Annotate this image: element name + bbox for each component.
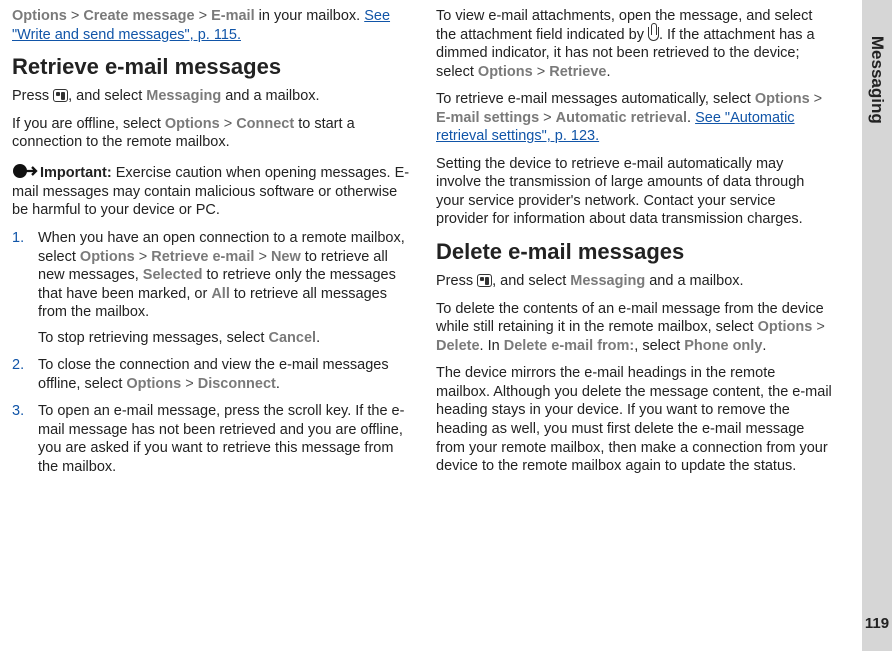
text: . bbox=[276, 376, 280, 392]
menu-disconnect: Disconnect bbox=[198, 376, 276, 392]
sep-icon: > bbox=[224, 116, 232, 132]
sep-icon: > bbox=[258, 249, 266, 265]
text: . bbox=[762, 338, 766, 354]
text: , and select bbox=[492, 273, 570, 289]
heading-retrieve: Retrieve e-mail messages bbox=[12, 53, 414, 81]
sep-icon: > bbox=[537, 64, 545, 80]
step-number: 3. bbox=[12, 402, 24, 421]
heading-delete: Delete e-mail messages bbox=[436, 238, 832, 266]
menu-all: All bbox=[211, 286, 230, 302]
menu-new: New bbox=[271, 249, 301, 265]
menu-automatic-retrieval: Automatic retrieval bbox=[556, 110, 687, 126]
home-key-icon bbox=[477, 274, 492, 287]
text: If you are offline, select bbox=[12, 116, 165, 132]
menu-delete: Delete bbox=[436, 338, 480, 354]
sep-icon: > bbox=[139, 249, 147, 265]
important-icon bbox=[12, 161, 38, 183]
step-1-sub: To stop retrieving messages, select Canc… bbox=[38, 329, 414, 348]
press-line-2: Press , and select Messaging and a mailb… bbox=[436, 272, 832, 291]
text: To stop retrieving messages, select bbox=[38, 330, 269, 346]
menu-phone-only: Phone only bbox=[684, 338, 762, 354]
auto-retrieve-para: To retrieve e-mail messages automaticall… bbox=[436, 90, 832, 146]
text: and a mailbox. bbox=[645, 273, 743, 289]
step-2: 2. To close the connection and view the … bbox=[12, 356, 414, 393]
menu-email: E-mail bbox=[211, 8, 255, 24]
menu-retrieve: Retrieve bbox=[549, 64, 606, 80]
step-number: 1. bbox=[12, 229, 24, 248]
menu-options: Options bbox=[478, 64, 533, 80]
menu-options: Options bbox=[755, 91, 810, 107]
sep-icon: > bbox=[816, 319, 824, 335]
important-block: Important: Exercise caution when opening… bbox=[12, 161, 414, 220]
mirror-para: The device mirrors the e-mail headings i… bbox=[436, 364, 832, 475]
menu-options: Options bbox=[12, 8, 67, 24]
menu-delete-from: Delete e-mail from: bbox=[504, 338, 635, 354]
charges-para: Setting the device to retrieve e-mail au… bbox=[436, 155, 832, 229]
sep-icon: > bbox=[543, 110, 551, 126]
menu-messaging: Messaging bbox=[570, 273, 645, 289]
menu-create-message: Create message bbox=[83, 8, 194, 24]
menu-selected: Selected bbox=[143, 267, 203, 283]
step-number: 2. bbox=[12, 356, 24, 375]
menu-connect: Connect bbox=[236, 116, 294, 132]
home-key-icon bbox=[53, 89, 68, 102]
sep-icon: > bbox=[814, 91, 822, 107]
text: . bbox=[687, 110, 695, 126]
important-label: Important: bbox=[40, 165, 112, 181]
manual-page: Options > Create message > E-mail in you… bbox=[0, 0, 860, 651]
text: , select bbox=[634, 338, 684, 354]
text: Press bbox=[12, 88, 53, 104]
offline-line: If you are offline, select Options > Con… bbox=[12, 115, 414, 152]
sep-icon: > bbox=[199, 8, 207, 24]
text: in your mailbox. bbox=[255, 8, 365, 24]
menu-retrieve-email: Retrieve e-mail bbox=[151, 249, 254, 265]
sep-icon: > bbox=[185, 376, 193, 392]
text: Press bbox=[436, 273, 477, 289]
delete-para: To delete the contents of an e-mail mess… bbox=[436, 300, 832, 356]
page-number: 119 bbox=[862, 614, 892, 633]
text: . bbox=[606, 64, 610, 80]
text: , and select bbox=[68, 88, 146, 104]
menu-options: Options bbox=[80, 249, 135, 265]
step-3: 3. To open an e-mail message, press the … bbox=[12, 402, 414, 476]
step-1: 1. When you have an open connection to a… bbox=[12, 229, 414, 347]
menu-options: Options bbox=[758, 319, 813, 335]
text: . bbox=[316, 330, 320, 346]
paperclip-icon bbox=[648, 27, 659, 41]
attachments-para: To view e-mail attachments, open the mes… bbox=[436, 7, 832, 81]
left-column: Options > Create message > E-mail in you… bbox=[8, 0, 426, 651]
menu-cancel: Cancel bbox=[269, 330, 317, 346]
menu-email-settings: E-mail settings bbox=[436, 110, 539, 126]
text: . In bbox=[480, 338, 504, 354]
right-column: To view e-mail attachments, open the mes… bbox=[426, 0, 844, 651]
menu-options: Options bbox=[165, 116, 220, 132]
text: and a mailbox. bbox=[221, 88, 319, 104]
intro-line: Options > Create message > E-mail in you… bbox=[12, 7, 414, 44]
section-label: Messaging bbox=[866, 4, 888, 34]
sep-icon: > bbox=[71, 8, 79, 24]
text: To open an e-mail message, press the scr… bbox=[38, 403, 404, 475]
press-line: Press , and select Messaging and a mailb… bbox=[12, 87, 414, 106]
menu-options: Options bbox=[126, 376, 181, 392]
steps-list: 1. When you have an open connection to a… bbox=[12, 229, 414, 477]
text: To retrieve e-mail messages automaticall… bbox=[436, 91, 755, 107]
side-tab: Messaging 119 bbox=[862, 0, 892, 651]
menu-messaging: Messaging bbox=[146, 88, 221, 104]
